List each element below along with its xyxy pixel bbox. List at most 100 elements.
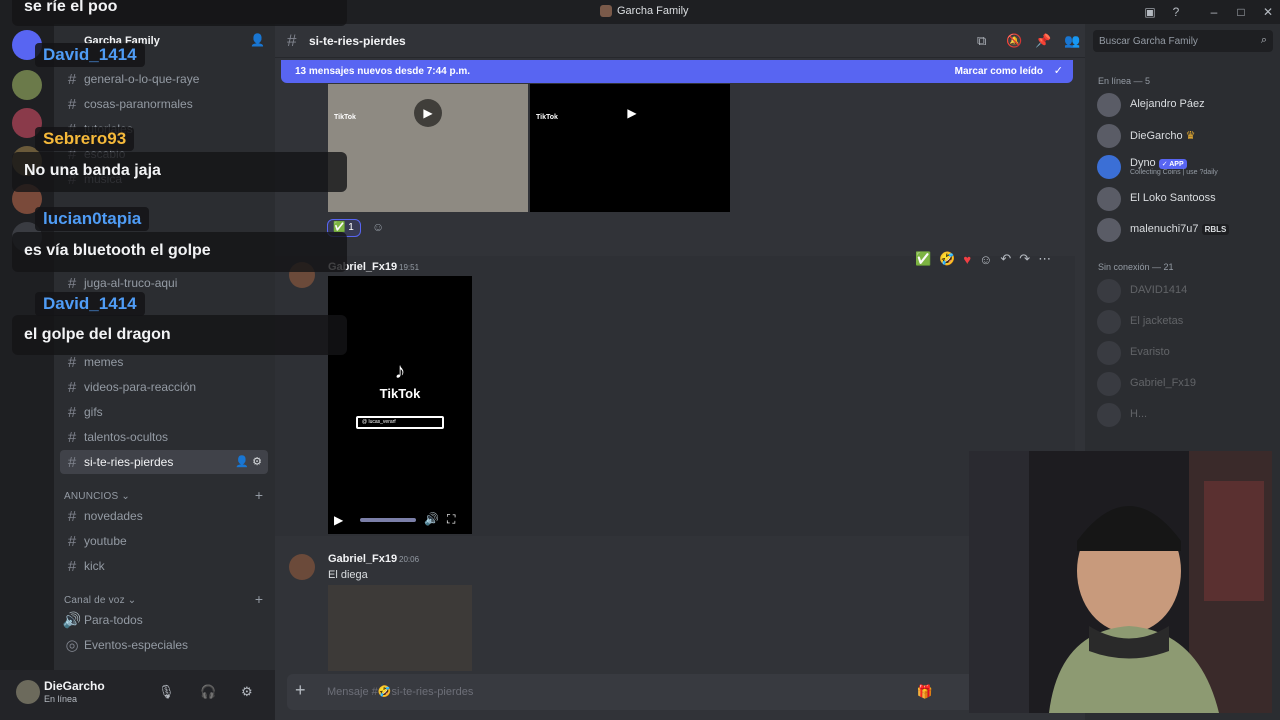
channel-item[interactable]: # talentos-ocultos — [60, 425, 268, 449]
headphones-icon[interactable]: 🎧 — [200, 684, 216, 700]
avatar — [1097, 124, 1121, 148]
members-icon[interactable]: 👥 — [1064, 33, 1080, 49]
member-item[interactable]: El jacketas — [1097, 308, 1272, 336]
hash-icon: # — [67, 507, 77, 525]
channel-item[interactable]: # kick — [60, 554, 268, 578]
message-input[interactable]: + Mensaje #🤣si-te-ries-pierdes 🎁 — [287, 674, 1077, 710]
volume-icon[interactable]: 🔊 — [424, 512, 439, 526]
message-toolbar: ✅ 🤣 ♥ ☺ ↶ ↷ ⋯ — [915, 248, 1051, 270]
add-channel-icon[interactable]: + — [255, 487, 263, 503]
video-thumbnail[interactable]: TikTok ▶ — [328, 84, 528, 212]
member-item[interactable]: H... — [1097, 401, 1272, 429]
member-item[interactable]: malenuchi7u7 RBLS — [1097, 216, 1272, 244]
avatar[interactable] — [289, 554, 315, 580]
add-reaction-icon[interactable]: ☺ — [372, 220, 384, 234]
member-name: DAVID1414 — [1130, 284, 1188, 296]
add-voice-channel-icon[interactable]: + — [255, 591, 263, 607]
member-item[interactable]: Alejandro Páez — [1097, 91, 1272, 119]
channel-item[interactable]: # youtube — [60, 529, 268, 553]
search-input[interactable]: Buscar Garcha Family ⌕ — [1093, 30, 1273, 52]
category-label: ANUNCIOS — [64, 491, 119, 502]
member-name: Dyno ✓ APP — [1130, 157, 1187, 169]
channel-label: Eventos-especiales — [84, 638, 189, 652]
voice-channel-item[interactable]: ◎ Eventos-especiales — [60, 633, 268, 657]
channel-header: # si-te-ries-pierdes ⧉ 🔕 📌 👥 — [275, 24, 1085, 58]
avatar[interactable] — [16, 680, 40, 704]
member-name: Alejandro Páez — [1130, 98, 1205, 110]
image-attachment[interactable] — [328, 585, 472, 671]
check-emoji-icon[interactable]: ✅ — [915, 251, 931, 267]
channel-item[interactable]: # novedades — [60, 504, 268, 528]
tiktok-watermark: TikTok — [536, 114, 558, 121]
tiktok-video-embed[interactable]: ♪ TikTok @ lucas_verarf ▶ 🔊 ⛶ — [328, 276, 472, 534]
video-progress-bar[interactable] — [360, 518, 416, 522]
minimize-icon[interactable]: – — [1206, 4, 1222, 20]
video-thumbnail[interactable]: TikTok ▶ — [530, 84, 730, 212]
hash-icon: # — [67, 378, 77, 396]
avatar — [1097, 372, 1121, 396]
forward-icon[interactable]: ↷ — [1019, 251, 1030, 267]
channel-label: gifs — [84, 405, 103, 419]
overlay-username: Sebrero93 — [35, 127, 135, 151]
crown-icon: ♛ — [1185, 130, 1196, 142]
add-reaction-icon[interactable]: ☺ — [979, 252, 992, 267]
help-icon[interactable]: ? — [1168, 4, 1184, 20]
heart-emoji-icon[interactable]: ♥ — [963, 252, 971, 267]
channel-item[interactable]: # gifs — [60, 400, 268, 424]
member-name-text: DieGarcho — [1130, 130, 1183, 142]
webcam-image — [969, 451, 1272, 713]
more-icon[interactable]: ⋯ — [1038, 251, 1051, 267]
member-item[interactable]: Dyno ✓ APP Collecting Coins | use ?daily — [1097, 153, 1272, 181]
close-icon[interactable]: ✕ — [1260, 4, 1276, 20]
message-author[interactable]: Gabriel_Fx19 — [328, 553, 397, 565]
pin-icon[interactable]: 📌 — [1035, 33, 1051, 49]
speaker-icon: 🔊 — [62, 612, 82, 629]
user-name: DieGarcho — [44, 679, 105, 693]
voice-channel-item[interactable]: 🔊 Para-todos — [60, 608, 268, 632]
member-activity: Collecting Coins | use ?daily — [1130, 169, 1218, 176]
maximize-icon[interactable]: □ — [1233, 4, 1249, 20]
mark-read-button[interactable]: Marcar como leído — [955, 66, 1043, 77]
avatar — [1097, 155, 1121, 179]
member-item[interactable]: Evaristo — [1097, 339, 1272, 367]
member-name-text: Dyno — [1130, 157, 1156, 169]
gift-icon[interactable]: 🎁 — [917, 684, 933, 700]
category-anuncios[interactable]: ANUNCIOS ⌄ — [64, 491, 130, 502]
new-messages-banner[interactable]: 13 mensajes nuevos desde 7:44 p.m. Marca… — [281, 60, 1073, 83]
microphone-icon[interactable]: 🎙 — [158, 684, 175, 700]
channel-label: talentos-ocultos — [84, 430, 169, 444]
tiktok-search-bar: @ lucas_verarf — [356, 416, 444, 429]
play-icon[interactable]: ▶ — [334, 513, 343, 527]
attach-plus-icon[interactable]: + — [295, 680, 306, 701]
tiktok-logo-text: TikTok — [379, 386, 421, 401]
window-title: Garcha Family — [600, 5, 689, 17]
server-icon — [600, 5, 612, 17]
channel-item-active[interactable]: # si-te-ries-pierdes 👤 ⚙ — [60, 450, 268, 474]
mute-icon[interactable]: 🔕 — [1006, 33, 1022, 49]
tiktok-search-text: @ lucas_verarf — [362, 419, 396, 425]
message-input-placeholder: Mensaje #🤣si-te-ries-pierdes — [327, 686, 474, 698]
hash-icon: # — [67, 403, 77, 421]
member-item[interactable]: DAVID1414 — [1097, 277, 1272, 305]
laugh-emoji-icon[interactable]: 🤣 — [939, 251, 955, 267]
category-voice[interactable]: Canal de voz ⌄ — [64, 595, 136, 606]
member-name-text: malenuchi7u7 — [1130, 223, 1199, 235]
inbox-icon[interactable]: ▣ — [1142, 4, 1158, 20]
overlay-username: David_1414 — [35, 292, 145, 316]
member-item[interactable]: El Loko Santooss — [1097, 185, 1272, 213]
member-item[interactable]: Gabriel_Fx19 — [1097, 370, 1272, 398]
reaction-count: 1 — [348, 222, 354, 233]
play-icon[interactable]: ▶ — [414, 99, 442, 127]
channel-item[interactable]: # videos-para-reacción — [60, 375, 268, 399]
threads-icon[interactable]: ⧉ — [977, 33, 986, 49]
fullscreen-icon[interactable]: ⛶ — [447, 512, 455, 527]
overlay-message: No una banda jaja — [24, 162, 161, 179]
reply-icon[interactable]: ↶ — [1000, 251, 1011, 267]
play-icon[interactable]: ▶ — [618, 99, 646, 127]
member-name: El jacketas — [1130, 315, 1184, 327]
channel-settings-icons[interactable]: 👤 ⚙ — [235, 455, 262, 468]
member-item[interactable]: DieGarcho ♛ — [1097, 122, 1272, 150]
settings-gear-icon[interactable]: ⚙ — [241, 684, 253, 700]
channel-label: si-te-ries-pierdes — [84, 455, 174, 469]
channel-label: kick — [84, 559, 105, 573]
